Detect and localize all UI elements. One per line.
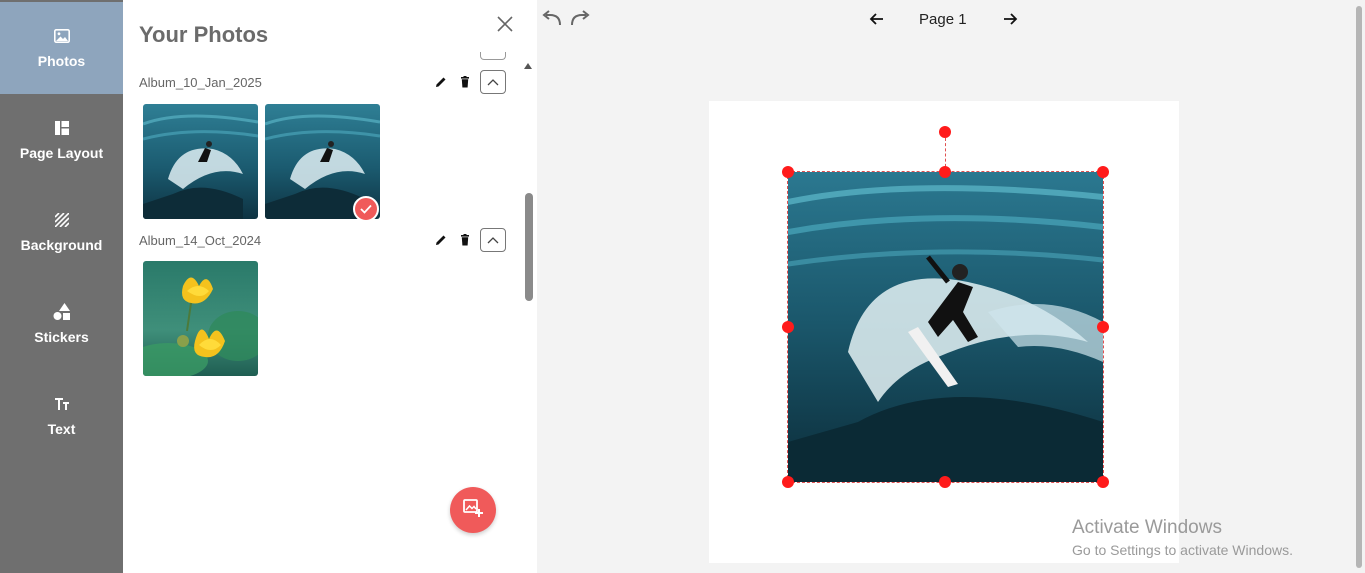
sidebar-item-label: Page Layout xyxy=(19,145,104,161)
previous-page-arrow-icon[interactable] xyxy=(869,10,885,28)
activate-windows-title: Activate Windows xyxy=(1072,517,1222,538)
sidebar-item-label: Text xyxy=(47,421,76,437)
album-header: Album_10_Jan_2025 xyxy=(139,70,509,94)
photo-thumbnail[interactable] xyxy=(143,261,258,376)
resize-handle-left[interactable] xyxy=(782,321,794,333)
resize-handle-bottom-right[interactable] xyxy=(1097,476,1109,488)
photos-panel: Your Photos Album_10_Jan_2025 Album_14_O… xyxy=(123,0,537,573)
editor-canvas-area: Page 1 Activate Windows Go to Settings t… xyxy=(537,0,1365,573)
resize-handle-top-right[interactable] xyxy=(1097,166,1109,178)
resize-handle-right[interactable] xyxy=(1097,321,1109,333)
pencil-icon[interactable] xyxy=(435,233,447,245)
layout-icon xyxy=(53,119,71,137)
scroll-up-arrow[interactable] xyxy=(524,63,532,69)
sidebar-item-text[interactable]: Text xyxy=(0,370,123,462)
undo-icon[interactable] xyxy=(541,10,565,28)
album-header: Album_14_Oct_2024 xyxy=(139,228,509,252)
trash-icon[interactable] xyxy=(459,75,471,88)
redo-icon[interactable] xyxy=(567,10,591,28)
album-collapse-button[interactable] xyxy=(480,70,506,94)
shapes-icon xyxy=(53,303,71,321)
page-indicator: Page 1 xyxy=(919,11,967,28)
resize-handle-top[interactable] xyxy=(939,166,951,178)
sidebar-item-background[interactable]: Background xyxy=(0,186,123,278)
panel-scrollbar-thumb[interactable] xyxy=(525,193,533,301)
pencil-icon[interactable] xyxy=(435,75,447,87)
sidebar-item-stickers[interactable]: Stickers xyxy=(0,278,123,370)
sidebar: Photos Page Layout Background Stickers T… xyxy=(0,0,123,573)
resize-handle-top-left[interactable] xyxy=(782,166,794,178)
sidebar-item-label: Stickers xyxy=(34,329,89,345)
sidebar-item-label: Background xyxy=(20,237,103,253)
close-icon[interactable] xyxy=(495,14,515,34)
add-photo-icon xyxy=(463,498,483,523)
background-pattern-icon xyxy=(53,211,71,229)
selected-check-icon xyxy=(353,196,379,222)
album-name: Album_14_Oct_2024 xyxy=(139,233,262,248)
trash-icon[interactable] xyxy=(459,233,471,246)
resize-handle-bottom[interactable] xyxy=(939,476,951,488)
sidebar-item-label: Photos xyxy=(37,53,86,69)
album-toggle-previous xyxy=(480,52,506,60)
activate-windows-subtitle: Go to Settings to activate Windows. xyxy=(1072,542,1293,558)
rotate-handle[interactable] xyxy=(939,126,951,138)
sidebar-item-photos[interactable]: Photos xyxy=(0,2,123,94)
text-size-icon xyxy=(53,395,71,413)
resize-handle-bottom-left[interactable] xyxy=(782,476,794,488)
photo-book-editor: Photos Page Layout Background Stickers T… xyxy=(0,0,1365,573)
album-collapse-button[interactable] xyxy=(480,228,506,252)
album-name: Album_10_Jan_2025 xyxy=(139,75,262,90)
sidebar-item-page-layout[interactable]: Page Layout xyxy=(0,94,123,186)
photo-thumbnail[interactable] xyxy=(143,104,258,219)
selected-photo-on-page[interactable] xyxy=(787,171,1104,483)
window-scrollbar[interactable] xyxy=(1356,6,1362,568)
add-photo-button[interactable] xyxy=(450,487,496,533)
image-icon xyxy=(53,27,71,45)
next-page-arrow-icon[interactable] xyxy=(1002,10,1018,28)
panel-title: Your Photos xyxy=(139,22,269,47)
